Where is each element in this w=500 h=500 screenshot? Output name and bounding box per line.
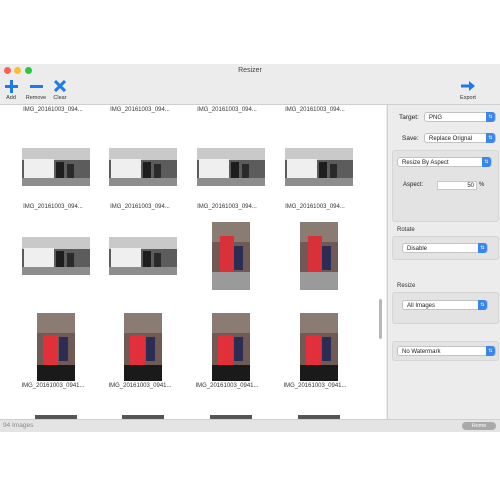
image-filename: IMG_20161003_094...: [285, 204, 345, 210]
aspect-unit: %: [479, 182, 485, 188]
grid-scrollbar[interactable]: [379, 299, 382, 339]
chevron-updown-icon: ⇅: [486, 346, 495, 356]
chevron-updown-icon: ⇅: [482, 157, 491, 167]
resize-group: All Images ⇅: [392, 292, 499, 324]
minimize-window-button[interactable]: [14, 67, 21, 74]
image-filename: IMG_20161003_094...: [23, 107, 83, 113]
add-button[interactable]: Add: [2, 78, 20, 101]
rotate-select[interactable]: Disable ⇅: [402, 243, 488, 253]
resize-aspect-group: Resize By Aspect ⇅ Aspect: 50 %: [392, 150, 499, 222]
export-label: Export: [460, 95, 476, 101]
remove-button[interactable]: Remove: [24, 78, 48, 101]
image-grid[interactable]: IMG_20161003_094... IMG_20161003_094... …: [0, 105, 386, 419]
image-thumbnail[interactable]: [22, 148, 90, 186]
chevron-updown-icon: ⇅: [478, 300, 487, 310]
home-button[interactable]: Home: [462, 422, 496, 430]
remove-label: Remove: [25, 95, 47, 101]
rotate-group: Disable ⇅: [392, 236, 499, 260]
image-thumbnail[interactable]: [212, 313, 250, 381]
minus-icon: [29, 84, 43, 88]
image-thumbnail[interactable]: [300, 313, 338, 381]
image-thumbnail[interactable]: [124, 313, 162, 381]
aspect-input[interactable]: 50: [437, 181, 477, 190]
rotate-value: Disable: [407, 246, 428, 252]
title-bar: Resizer: [0, 64, 500, 78]
image-thumbnail[interactable]: [37, 313, 75, 381]
resize-mode-select[interactable]: Resize By Aspect ⇅: [397, 157, 492, 167]
x-icon: [54, 80, 66, 92]
add-label: Add: [6, 95, 16, 101]
watermark-group: No Watermark ⇅: [392, 341, 499, 361]
status-bar: 94 Images Home: [0, 419, 500, 432]
resize-scope-value: All Images: [407, 303, 436, 309]
chevron-updown-icon: ⇅: [486, 112, 495, 122]
rotate-section-title: Rotate: [397, 227, 415, 233]
clear-label: Clear: [53, 95, 67, 101]
arrow-right-icon: [461, 81, 475, 91]
image-filename: IMG_20161003_0941...: [108, 383, 172, 389]
target-format-value: PNG: [429, 115, 443, 121]
image-filename: IMG_20161003_094...: [197, 107, 257, 113]
image-filename: IMG_20161003_094...: [23, 204, 83, 210]
image-filename: IMG_20161003_094...: [110, 107, 170, 113]
target-label: Target:: [399, 114, 419, 121]
toolbar: Add Remove Clear Export: [0, 78, 500, 105]
image-thumbnail[interactable]: [22, 237, 90, 275]
image-count: 94 Images: [3, 422, 34, 429]
image-filename: IMG_20161003_0941...: [21, 383, 85, 389]
zoom-window-button[interactable]: [25, 67, 32, 74]
image-filename: IMG_20161003_0941...: [283, 383, 347, 389]
clear-button[interactable]: Clear: [50, 78, 70, 101]
watermark-value: No Watermark: [402, 349, 441, 355]
chevron-updown-icon: ⇅: [486, 133, 495, 143]
image-thumbnail[interactable]: [109, 148, 177, 186]
image-thumbnail[interactable]: [212, 222, 250, 290]
export-button[interactable]: Export: [456, 78, 480, 101]
window-title: Resizer: [238, 67, 262, 74]
settings-sidebar: Target: PNG ⇅ Save: Replace Orignal ⇅ Re…: [387, 105, 500, 419]
resize-section-title: Resize: [397, 283, 416, 289]
app-window: Resizer Add Remove Clear Export IMG_2016…: [0, 64, 500, 432]
save-mode-select[interactable]: Replace Orignal ⇅: [424, 133, 496, 143]
aspect-value: 50: [467, 183, 474, 189]
image-filename: IMG_20161003_094...: [285, 107, 345, 113]
image-filename: IMG_20161003_094...: [197, 204, 257, 210]
save-mode-value: Replace Orignal: [429, 136, 473, 142]
save-label: Save:: [402, 135, 419, 142]
chevron-updown-icon: ⇅: [478, 243, 487, 253]
image-filename: IMG_20161003_0941...: [195, 383, 259, 389]
plus-icon: [4, 79, 18, 93]
image-thumbnail[interactable]: [285, 148, 353, 186]
aspect-label: Aspect:: [403, 182, 424, 188]
target-format-select[interactable]: PNG ⇅: [424, 112, 496, 122]
resize-mode-value: Resize By Aspect: [402, 160, 449, 166]
resize-scope-select[interactable]: All Images ⇅: [402, 300, 488, 310]
close-window-button[interactable]: [4, 67, 11, 74]
image-thumbnail[interactable]: [197, 148, 265, 186]
watermark-select[interactable]: No Watermark ⇅: [397, 346, 496, 356]
image-filename: IMG_20161003_094...: [110, 204, 170, 210]
image-thumbnail[interactable]: [109, 237, 177, 275]
image-thumbnail[interactable]: [300, 222, 338, 290]
